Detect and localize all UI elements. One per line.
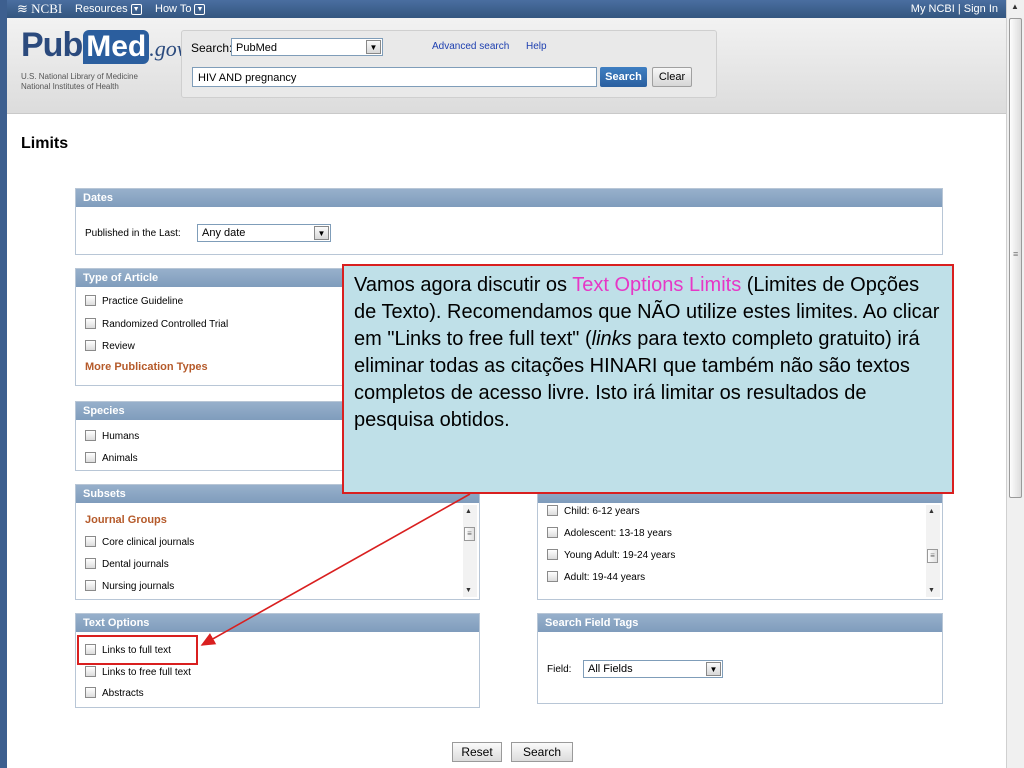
scroll-up-icon[interactable]: ▲ — [1011, 2, 1019, 11]
window-scrollbar[interactable]: ▲ ≡ — [1006, 0, 1024, 768]
callout-links-word: links — [591, 328, 632, 350]
callout-box: Vamos agora discutir os Text Options Lim… — [342, 264, 954, 494]
grip-icon: ≡ — [1013, 249, 1019, 259]
scroll-thumb[interactable]: ≡ — [1009, 18, 1022, 498]
callout-text-1: Vamos agora discutir os — [354, 274, 573, 296]
page: ≋ NCBI Resources ▼ How To ▼ My NCBI | Sign… — [0, 0, 1006, 768]
callout-highlight: Text Options Limits — [572, 274, 742, 296]
